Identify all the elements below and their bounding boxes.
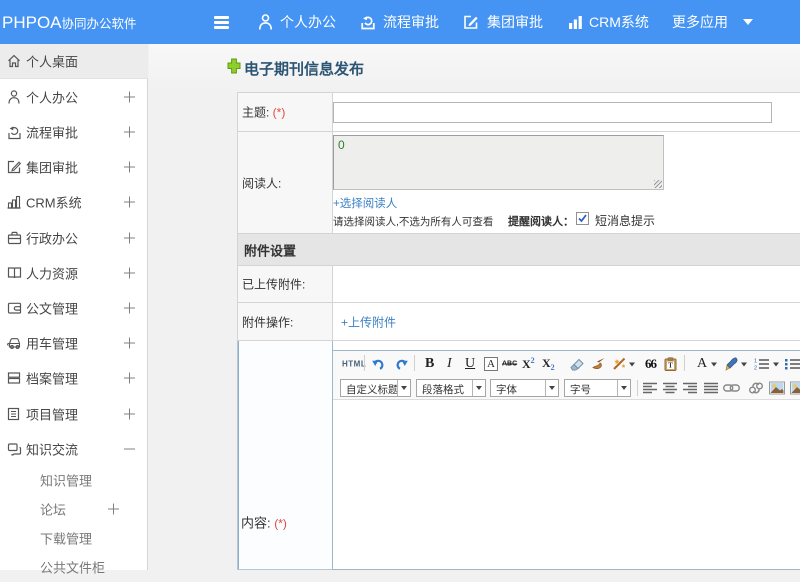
svg-text:T: T [668,361,673,369]
svg-text:1: 1 [754,358,757,364]
svg-text:2: 2 [754,365,757,370]
